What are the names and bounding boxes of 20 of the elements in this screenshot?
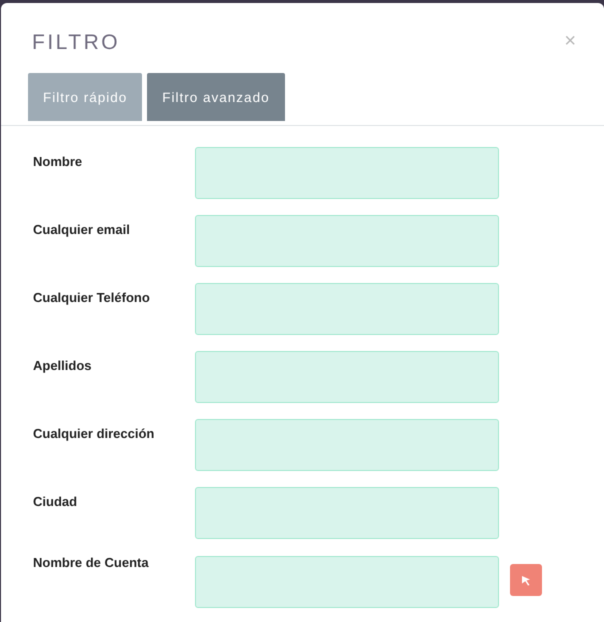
select-button[interactable] <box>510 564 542 596</box>
input-field[interactable] <box>195 215 499 267</box>
input-field[interactable] <box>195 556 499 608</box>
field-label: Cualquier dirección <box>33 425 156 441</box>
field-label: Ciudad <box>33 493 78 509</box>
field-label: Apellidos <box>33 357 93 373</box>
filter-tab[interactable]: Filtro rápido <box>28 73 142 121</box>
close-button[interactable]: × <box>564 31 576 51</box>
input-field[interactable] <box>195 351 499 403</box>
cursor-icon <box>521 574 531 586</box>
dialog-title: FILTRO <box>32 31 120 55</box>
field-label: Cualquier email <box>33 221 131 237</box>
filter-tab[interactable]: Filtro avanzado <box>147 73 285 121</box>
field-label: Cualquier Teléfono <box>33 289 151 305</box>
input-field[interactable] <box>195 283 499 335</box>
input-field[interactable] <box>195 419 499 471</box>
input-field[interactable] <box>195 147 499 199</box>
field-label: Nombre <box>33 153 84 169</box>
field-label: Nombre de Cuenta <box>33 555 150 570</box>
input-field[interactable] <box>195 487 499 539</box>
